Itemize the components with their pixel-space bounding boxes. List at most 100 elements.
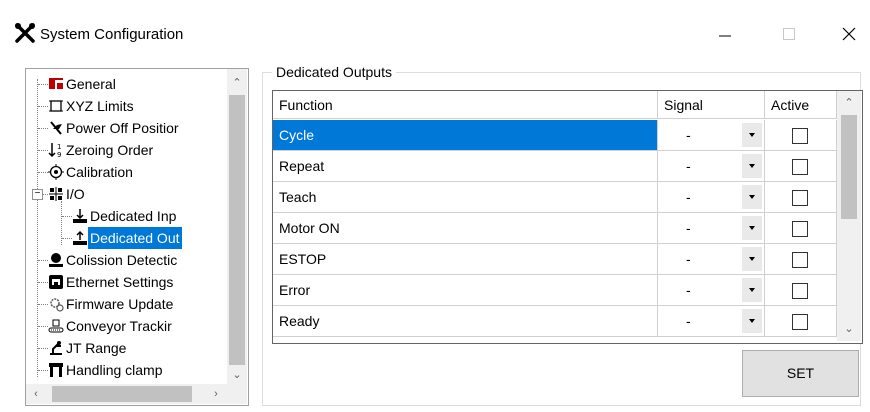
active-cell — [765, 306, 837, 337]
signal-dropdown[interactable]: - — [658, 182, 765, 213]
tree-item-label: Dedicated Out — [88, 227, 182, 249]
column-header-signal[interactable]: Signal — [658, 91, 765, 119]
tree-item-label: Ethernet Settings — [66, 274, 174, 290]
function-cell[interactable]: Repeat — [273, 151, 658, 182]
signal-value: - — [686, 158, 691, 174]
outputs-table[interactable]: Function Signal Active Cycle - Repeat - … — [272, 90, 863, 344]
table-vertical-scrollbar[interactable]: ⌃ ⌄ — [837, 91, 861, 341]
tree-item-xyz-limits[interactable]: XYZ Limits — [26, 95, 226, 117]
function-cell[interactable]: Motor ON — [273, 213, 658, 244]
tree-item-label: Zeroing Order — [66, 142, 154, 158]
function-cell[interactable]: Cycle — [273, 120, 658, 151]
handling-clamp-icon — [49, 363, 63, 377]
active-checkbox[interactable] — [792, 190, 808, 206]
signal-dropdown[interactable]: - — [658, 275, 765, 306]
active-cell — [765, 244, 837, 275]
table-row[interactable]: Motor ON - — [273, 213, 837, 244]
tree-item-label: Calibration — [66, 164, 133, 180]
function-cell[interactable]: Error — [273, 275, 658, 306]
tree-vertical-scrollbar[interactable]: ⌃ ⌄ — [227, 69, 247, 384]
tree-item-jt-range[interactable]: JT Range — [26, 337, 226, 359]
tree-item-power-off-position[interactable]: Power Off Positior — [26, 117, 226, 139]
tree-item-calibration[interactable]: Calibration — [26, 161, 226, 183]
tree-item-conveyor-tracking[interactable]: Conveyor Trackir — [26, 315, 226, 337]
tree-item-label: Conveyor Trackir — [66, 318, 172, 334]
active-checkbox[interactable] — [792, 283, 808, 299]
table-row[interactable]: ESTOP - — [273, 244, 837, 275]
table-row[interactable]: Error - — [273, 275, 837, 306]
minimize-button[interactable] — [700, 16, 750, 52]
signal-dropdown[interactable]: - — [658, 244, 765, 275]
active-checkbox[interactable] — [792, 159, 808, 175]
function-cell[interactable]: Teach — [273, 182, 658, 213]
svg-text:1: 1 — [57, 143, 61, 151]
calibration-icon — [48, 164, 64, 180]
table-row[interactable]: Ready - — [273, 306, 837, 337]
svg-text:9: 9 — [57, 151, 61, 158]
maximize-button[interactable] — [764, 16, 814, 52]
active-checkbox[interactable] — [792, 252, 808, 268]
tree-item-label: JT Range — [66, 340, 127, 356]
signal-value: - — [686, 127, 691, 143]
scroll-down-icon[interactable]: ⌄ — [227, 365, 247, 385]
chevron-down-icon[interactable] — [742, 309, 762, 333]
tree-item-dedicated-inputs[interactable]: Dedicated Inp — [26, 205, 226, 227]
set-button[interactable]: SET — [742, 350, 859, 397]
scroll-down-icon[interactable]: ⌄ — [839, 319, 859, 339]
signal-dropdown[interactable]: - — [658, 120, 765, 151]
chevron-down-icon[interactable] — [742, 154, 762, 178]
active-cell — [765, 182, 837, 213]
function-cell[interactable]: ESTOP — [273, 244, 658, 275]
tree-item-io[interactable]: − I/O — [26, 183, 226, 205]
maximize-icon — [783, 28, 795, 40]
tree-item-handling-clamp[interactable]: Handling clamp — [26, 359, 226, 381]
close-icon — [842, 27, 856, 41]
chevron-down-icon[interactable] — [742, 216, 762, 240]
active-cell — [765, 151, 837, 182]
collapse-toggle[interactable]: − — [32, 189, 43, 200]
general-icon — [49, 78, 63, 89]
chevron-down-icon[interactable] — [742, 185, 762, 209]
tree-item-collision-detection[interactable]: Colission Detectic — [26, 249, 226, 271]
signal-dropdown[interactable]: - — [658, 213, 765, 244]
column-header-function[interactable]: Function — [273, 91, 658, 119]
tree-item-dedicated-outputs[interactable]: Dedicated Out — [26, 227, 226, 249]
table-row[interactable]: Teach - — [273, 182, 837, 213]
signal-value: - — [686, 189, 691, 205]
jt-range-icon — [50, 341, 62, 355]
scroll-thumb[interactable] — [841, 115, 857, 219]
chevron-down-icon[interactable] — [742, 278, 762, 302]
chevron-down-icon[interactable] — [742, 123, 762, 147]
firmware-update-icon — [50, 298, 64, 312]
signal-value: - — [686, 282, 691, 298]
table-row[interactable]: Repeat - — [273, 151, 837, 182]
scroll-up-icon[interactable]: ⌃ — [227, 73, 247, 93]
tree-item-general[interactable]: General — [26, 73, 226, 95]
tree-item-zeroing-order[interactable]: 19 Zeroing Order — [26, 139, 226, 161]
minimize-icon — [719, 35, 731, 37]
active-checkbox[interactable] — [792, 221, 808, 237]
column-header-active[interactable]: Active — [765, 91, 837, 119]
tree-horizontal-scrollbar[interactable]: ‹ › — [26, 384, 227, 404]
tree-item-label: General — [66, 76, 116, 92]
active-checkbox[interactable] — [792, 314, 808, 330]
settings-tree[interactable]: General XYZ Limits Power Off Positior 19… — [25, 68, 249, 406]
active-checkbox[interactable] — [792, 128, 808, 144]
scroll-thumb[interactable] — [52, 386, 192, 402]
tree-item-label: Colission Detectic — [66, 252, 178, 268]
ethernet-icon — [49, 275, 63, 289]
scroll-left-icon[interactable]: ‹ — [26, 384, 46, 404]
window-title: System Configuration — [40, 26, 184, 43]
close-button[interactable] — [824, 16, 870, 52]
signal-dropdown[interactable]: - — [658, 306, 765, 337]
scroll-up-icon[interactable]: ⌃ — [839, 93, 859, 113]
function-cell[interactable]: Ready — [273, 306, 658, 337]
tree-item-label: Handling clamp — [66, 362, 163, 378]
signal-dropdown[interactable]: - — [658, 151, 765, 182]
tree-item-ethernet-settings[interactable]: Ethernet Settings — [26, 271, 226, 293]
table-row[interactable]: Cycle - — [273, 120, 837, 151]
scroll-right-icon[interactable]: › — [206, 384, 226, 404]
chevron-down-icon[interactable] — [742, 247, 762, 271]
scroll-thumb[interactable] — [229, 95, 245, 365]
tree-item-firmware-update[interactable]: Firmware Update — [26, 293, 226, 315]
